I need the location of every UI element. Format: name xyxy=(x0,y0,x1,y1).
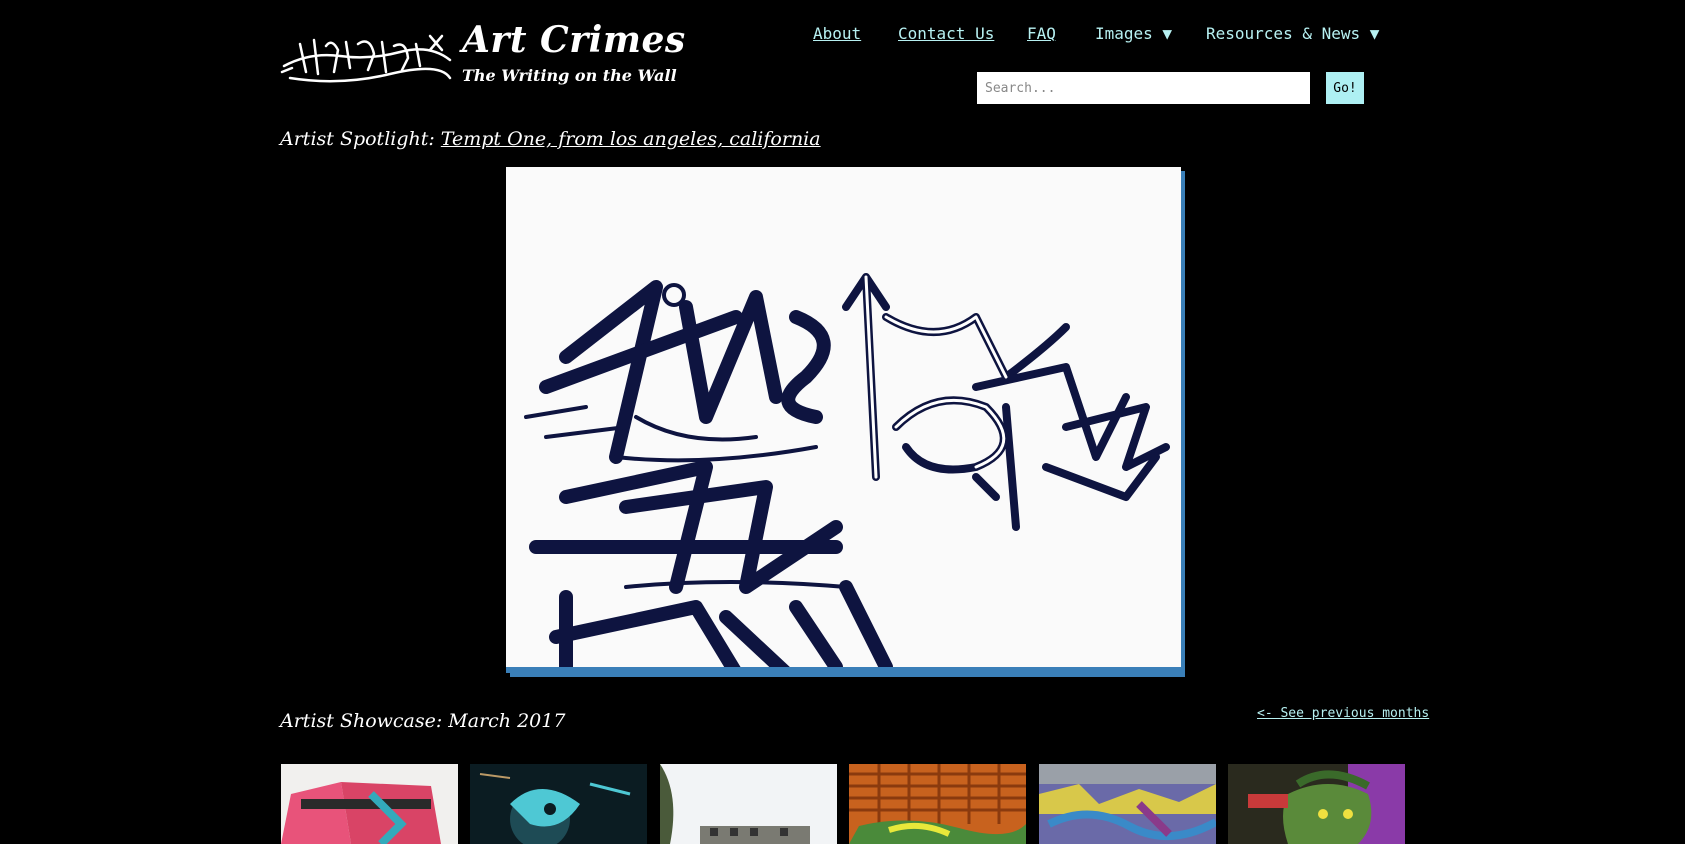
spotlight-heading: Artist Spotlight: Tempt One, from los ang… xyxy=(280,128,821,150)
nav-faq[interactable]: FAQ xyxy=(1027,24,1056,43)
character-mural-thumbnail-image xyxy=(1228,764,1405,844)
graffiti-tag-artwork xyxy=(506,167,1181,673)
nav-resources-dropdown[interactable]: Resources & News ▼ xyxy=(1206,24,1379,43)
showcase-thumbnail[interactable] xyxy=(470,764,647,844)
spotlight-label: Artist Spotlight: xyxy=(280,128,435,150)
search-input[interactable] xyxy=(977,72,1310,104)
site-tagline: The Writing on the Wall xyxy=(462,66,677,85)
graffiti-thumbnail-image xyxy=(470,764,647,844)
building-thumbnail-image xyxy=(660,764,837,844)
nav-images-dropdown[interactable]: Images ▼ xyxy=(1095,24,1172,43)
showcase-thumbnail[interactable] xyxy=(1228,764,1405,844)
spotlight-artist-link[interactable]: Tempt One, from los angeles, california xyxy=(441,128,821,150)
previous-months-link[interactable]: <- See previous months xyxy=(1257,706,1429,721)
nav-about[interactable]: About xyxy=(813,24,861,43)
showcase-thumbnail[interactable] xyxy=(1039,764,1216,844)
main-nav: About Contact Us FAQ Images ▼ Resources … xyxy=(0,24,1685,48)
graffiti-thumbnail-image xyxy=(281,764,458,844)
wall-mural-thumbnail-image xyxy=(1039,764,1216,844)
showcase-thumbnail[interactable] xyxy=(849,764,1026,844)
train-graffiti-thumbnail-image xyxy=(849,764,1026,844)
showcase-heading: Artist Showcase: March 2017 xyxy=(280,710,566,732)
spotlight-image[interactable] xyxy=(506,167,1181,673)
search-go-button[interactable]: Go! xyxy=(1326,72,1364,104)
nav-contact[interactable]: Contact Us xyxy=(898,24,994,43)
showcase-thumbnail[interactable] xyxy=(660,764,837,844)
showcase-thumbnail[interactable] xyxy=(281,764,458,844)
